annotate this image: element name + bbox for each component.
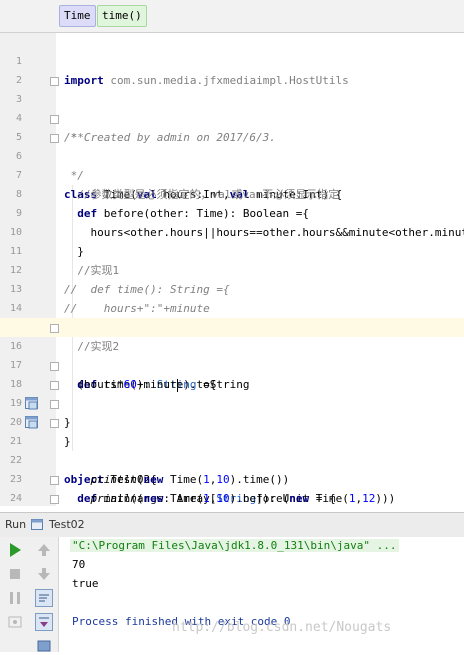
fold-marker-icon[interactable] bbox=[50, 495, 59, 504]
fold-marker-icon[interactable] bbox=[50, 362, 59, 371]
code-line[interactable]: 1 import com.sun.media.jfxmediaimpl.Host… bbox=[0, 33, 464, 87]
run-main-icon[interactable] bbox=[25, 416, 39, 429]
code-line[interactable]: 15 //实现2 bbox=[0, 299, 464, 353]
console-output-line: 70 bbox=[72, 558, 86, 571]
fold-marker-icon[interactable] bbox=[50, 419, 59, 428]
code-line[interactable]: 10 } bbox=[0, 204, 464, 258]
code-line[interactable]: 11 //实现1 bbox=[0, 223, 464, 277]
code-line[interactable]: 19 } bbox=[0, 375, 464, 448]
run-config-icon bbox=[31, 519, 43, 530]
run-tool-window-header: Run Test02 bbox=[0, 512, 464, 538]
code-line[interactable]: 2 bbox=[0, 52, 464, 86]
breadcrumb-item-method[interactable]: time() bbox=[97, 5, 147, 27]
run-label: Run bbox=[5, 518, 27, 531]
code-line[interactable]: 8 def before(other: Time): Boolean ={ bbox=[0, 166, 464, 220]
code-line[interactable]: 3 /** bbox=[0, 71, 464, 144]
soft-wrap-icon[interactable] bbox=[35, 589, 53, 607]
code-line[interactable]: 9 hours<other.hours||hours==other.hours&… bbox=[0, 185, 464, 239]
fold-marker-icon[interactable] bbox=[50, 77, 59, 86]
rerun-icon[interactable] bbox=[6, 541, 24, 559]
run-tab-test02[interactable]: Test02 bbox=[49, 513, 85, 537]
code-line[interactable]: 5 */ bbox=[0, 109, 464, 182]
console-output-line: true bbox=[72, 577, 99, 590]
run-object-icon[interactable] bbox=[25, 397, 39, 410]
scroll-up-icon[interactable] bbox=[35, 541, 53, 559]
breadcrumb-item-class[interactable]: Time bbox=[59, 5, 96, 27]
watermark: http://blog.csdn.net/Nougats bbox=[172, 620, 392, 635]
code-line[interactable]: 23 println(new Time(1,10).before(new Tim… bbox=[0, 451, 464, 505]
print-icon[interactable] bbox=[35, 637, 53, 655]
code-line[interactable]: 13 // hours+":"+minute bbox=[0, 261, 464, 315]
dump-threads-icon[interactable] bbox=[6, 613, 24, 631]
code-line[interactable]: 18 } bbox=[0, 356, 464, 429]
pause-icon[interactable] bbox=[6, 589, 24, 607]
scroll-down-icon[interactable] bbox=[35, 565, 53, 583]
code-line[interactable]: 7 //参数类型是必须指定的，val或var不必须显示指定 bbox=[0, 147, 464, 201]
code-line[interactable]: 14 // } bbox=[0, 280, 464, 334]
code-line[interactable]: 24 } bbox=[0, 470, 464, 504]
scroll-to-end-icon[interactable] bbox=[35, 613, 53, 631]
fold-marker-icon[interactable] bbox=[50, 381, 59, 390]
code-line[interactable]: 4 * Created by admin on 2017/6/3. bbox=[0, 90, 464, 144]
code-line[interactable]: 25 } bbox=[0, 489, 464, 506]
code-line[interactable]: 21 def main(args: Array[String]): Unit =… bbox=[0, 413, 464, 505]
code-editor[interactable]: 1 import com.sun.media.jfxmediaimpl.Host… bbox=[0, 33, 464, 506]
stop-icon[interactable] bbox=[6, 565, 24, 583]
fold-marker-icon[interactable] bbox=[50, 324, 59, 333]
code-line[interactable]: 17 (hours*60+minute).toString bbox=[0, 337, 464, 391]
fold-marker-icon[interactable] bbox=[50, 476, 59, 485]
code-line-current[interactable]: 16 def time(): String ={ bbox=[0, 318, 464, 392]
code-line[interactable]: 22 println(new Time(1,10).time()) bbox=[0, 432, 464, 486]
fold-marker-icon[interactable] bbox=[50, 134, 59, 143]
fold-marker-icon[interactable] bbox=[50, 400, 59, 409]
fold-marker-icon[interactable] bbox=[50, 115, 59, 124]
console-command-line: "C:\Program Files\Java\jdk1.8.0_131\bin\… bbox=[70, 539, 399, 552]
code-line[interactable]: 6 class Time(val hours:Int,val minute:In… bbox=[0, 128, 464, 201]
breadcrumb: Time time() bbox=[0, 0, 464, 33]
code-line[interactable]: 20 object Test02{ bbox=[0, 394, 464, 486]
code-line[interactable]: 12 // def time(): String ={ bbox=[0, 242, 464, 296]
run-toolbar bbox=[0, 537, 59, 652]
